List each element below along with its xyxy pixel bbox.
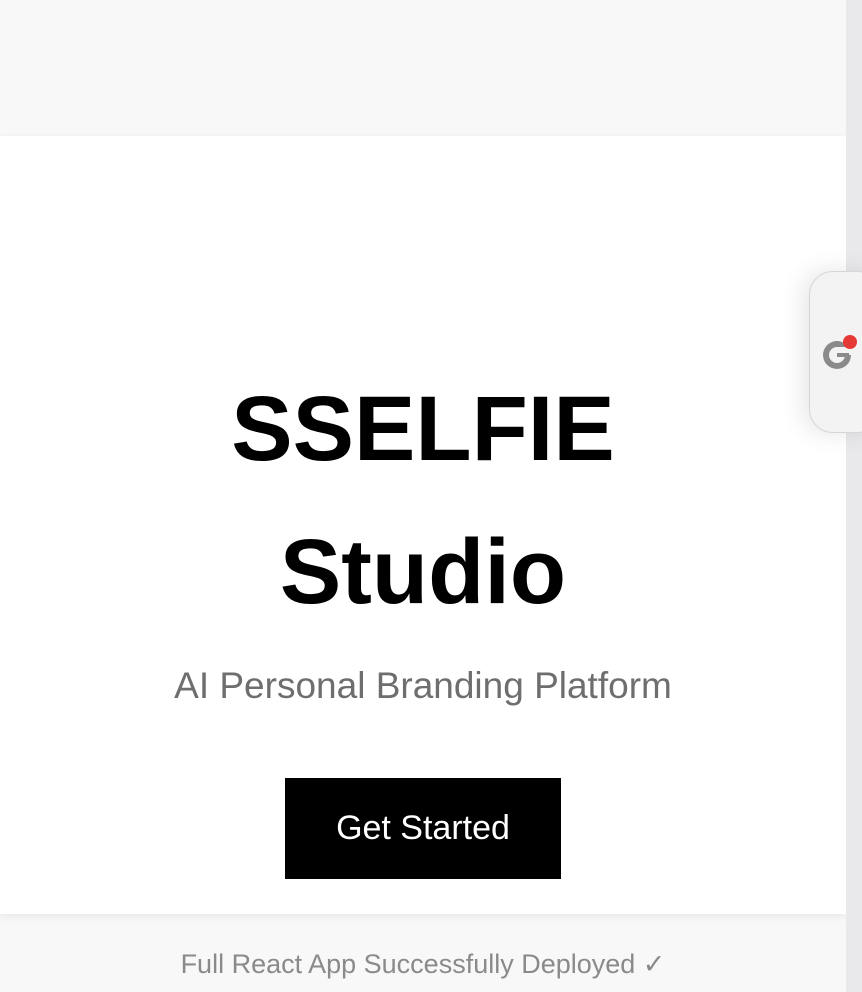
page-title: SSELFIE Studio: [0, 358, 846, 644]
grammarly-icon[interactable]: [820, 335, 858, 373]
hero-card: SSELFIE Studio AI Personal Branding Plat…: [0, 136, 846, 979]
get-started-button[interactable]: Get Started: [285, 778, 561, 879]
page: SSELFIE Studio AI Personal Branding Plat…: [0, 0, 862, 992]
title-line-2: Studio: [279, 521, 567, 623]
scrollbar[interactable]: [846, 0, 862, 992]
notification-badge-icon: [843, 335, 857, 349]
title-line-1: SSELFIE: [231, 378, 615, 480]
deploy-status-text: Full React App Successfully Deployed ✓: [180, 949, 666, 979]
hero-subtitle: AI Personal Branding Platform: [174, 665, 672, 706]
